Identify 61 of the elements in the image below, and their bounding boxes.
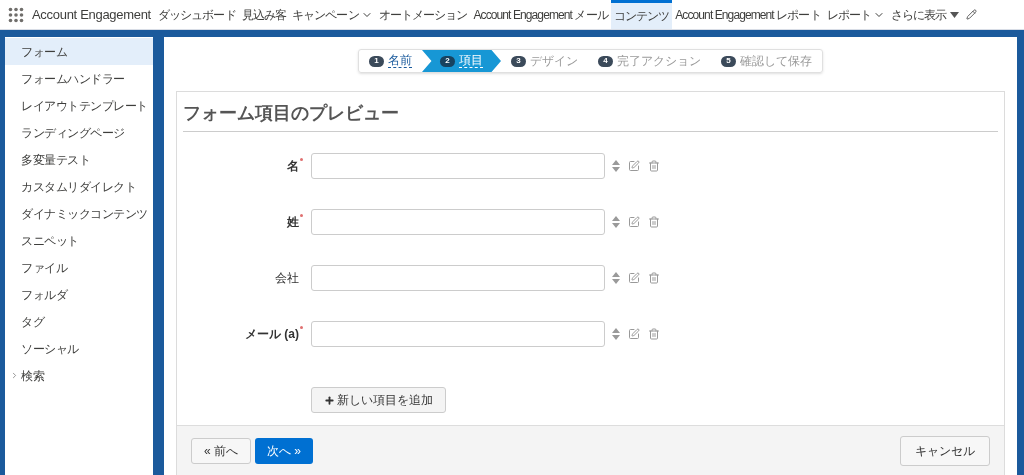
input-field[interactable] xyxy=(311,153,605,179)
field-label: 姓 xyxy=(287,214,299,231)
app-name: Account Engagement xyxy=(32,5,151,24)
previous-button[interactable]: « 前へ xyxy=(191,437,251,464)
sort-icon[interactable] xyxy=(612,216,620,228)
input-field[interactable] xyxy=(311,265,605,291)
sidebar-item[interactable]: ランディングページ xyxy=(5,119,153,146)
chevron-icon xyxy=(10,371,19,380)
plus-icon xyxy=(324,394,335,406)
nav-tab[interactable]: コンテンツ xyxy=(610,0,673,29)
field-label: メール (a) xyxy=(245,326,299,343)
field-label: 名 xyxy=(287,158,299,175)
required-icon xyxy=(300,158,303,161)
nav-tab[interactable]: ダッシュボード xyxy=(154,0,239,29)
sidebar-item[interactable]: レイアウトテンプレート xyxy=(5,92,153,119)
next-button[interactable]: 次へ » xyxy=(255,437,314,464)
sidebar-item[interactable]: フォルダ xyxy=(5,281,153,308)
add-field-button[interactable]: 新しい項目を追加 xyxy=(311,387,446,413)
edit-icon[interactable] xyxy=(628,328,640,340)
wizard-step[interactable]: 2 項目 xyxy=(422,50,501,72)
wizard-step[interactable]: 3 デザイン xyxy=(501,50,588,72)
edit-icon[interactable] xyxy=(628,272,640,284)
edit-icon[interactable] xyxy=(628,216,640,228)
wizard-step[interactable]: 1 名前 xyxy=(359,50,422,72)
nav-tab[interactable]: キャンペーン xyxy=(289,0,376,29)
edit-icon[interactable] xyxy=(628,160,640,172)
sidebar-item[interactable]: フォームハンドラー xyxy=(5,65,153,92)
sidebar-item[interactable]: カスタムリダイレクト xyxy=(5,173,153,200)
nav-tab[interactable]: Account Engagement レポート xyxy=(672,0,824,29)
field-label: 会社 xyxy=(275,270,299,287)
caret-icon xyxy=(949,11,959,18)
trash-icon[interactable] xyxy=(648,272,660,284)
nav-tab[interactable]: さらに表示 xyxy=(888,0,962,29)
edit-icon[interactable] xyxy=(965,9,977,20)
sidebar-item[interactable]: フォーム xyxy=(5,38,153,65)
panel-title: フォーム項目のプレビュー xyxy=(183,100,998,132)
nav-tab[interactable]: 見込み客 xyxy=(238,0,290,29)
nav-tab[interactable]: オートメーション xyxy=(375,0,471,29)
nav-tab[interactable]: レポート xyxy=(823,0,889,29)
wizard-step[interactable]: 4 完了アクション xyxy=(588,50,711,72)
required-icon xyxy=(300,326,303,329)
sidebar-item[interactable]: ダイナミックコンテンツ xyxy=(5,200,153,227)
sidebar-item[interactable]: タグ xyxy=(5,308,153,335)
sort-icon[interactable] xyxy=(612,328,620,340)
sidebar-item[interactable]: ファイル xyxy=(5,254,153,281)
sidebar-item[interactable]: スニペット xyxy=(5,227,153,254)
trash-icon[interactable] xyxy=(648,160,660,172)
input-field[interactable] xyxy=(311,321,605,347)
cancel-button[interactable]: キャンセル xyxy=(900,435,990,466)
sort-icon[interactable] xyxy=(612,272,620,284)
nav-tab[interactable]: Account Engagement メール xyxy=(470,0,611,29)
input-field[interactable] xyxy=(311,209,605,235)
app-launcher-icon[interactable] xyxy=(8,6,24,23)
sidebar-item[interactable]: 検索 xyxy=(5,362,153,389)
sort-icon[interactable] xyxy=(612,160,620,172)
wizard-step[interactable]: 5 確認して保存 xyxy=(711,50,822,72)
trash-icon[interactable] xyxy=(648,216,660,228)
sidebar-item[interactable]: ソーシャル xyxy=(5,335,153,362)
sidebar-item[interactable]: 多変量テスト xyxy=(5,146,153,173)
required-icon xyxy=(300,214,303,217)
trash-icon[interactable] xyxy=(648,328,660,340)
